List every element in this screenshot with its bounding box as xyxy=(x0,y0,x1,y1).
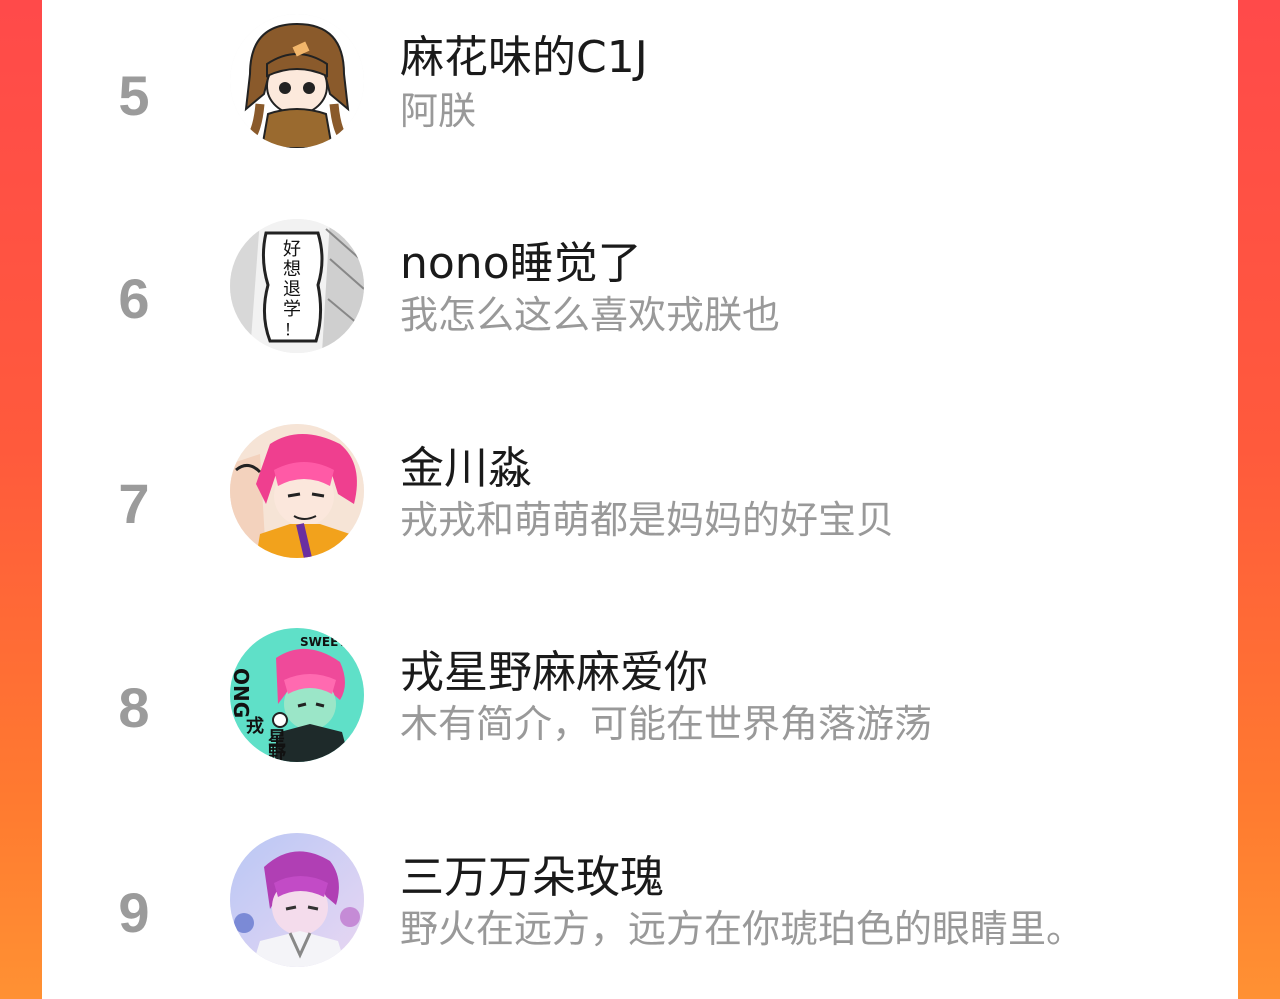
rank-number: 9 xyxy=(118,881,150,944)
purple-hair-character-avatar-icon[interactable] xyxy=(230,833,364,967)
manga-text-avatar-icon[interactable]: 好 想 退 学 ！ xyxy=(230,219,364,353)
avatar-caption: 想 xyxy=(283,259,301,280)
rank-number: 8 xyxy=(118,676,150,739)
pink-hair-poster-avatar-icon[interactable]: SWEETY ONG 戎 星 野 xyxy=(230,628,364,762)
chibi-girl-avatar-icon[interactable] xyxy=(230,14,364,148)
user-name[interactable]: 戎星野麻麻爱你 xyxy=(400,651,708,695)
avatar-caption: 野 xyxy=(268,744,286,762)
ranking-list-panel: 5 麻花味的C1J 阿朕 6 好 想 退 学 ！ nono睡觉了 我怎么这么喜欢… xyxy=(42,0,1238,999)
avatar-caption: 好 xyxy=(283,239,301,260)
user-bio: 我怎么这么喜欢戎朕也 xyxy=(400,293,781,337)
user-bio: 木有简介，可能在世界角落游荡 xyxy=(400,702,933,746)
avatar-caption: 学 xyxy=(283,299,301,320)
rank-number: 5 xyxy=(118,64,150,127)
ranking-row[interactable]: 8 SWEETY ONG 戎 星 野 戎星野麻麻爱你 木有简介，可能在世界角落游… xyxy=(42,622,1238,772)
ranking-row[interactable]: 7 金川淼 戎戎和萌萌都是妈妈的好宝贝 xyxy=(42,418,1238,568)
rank-number: 7 xyxy=(118,472,150,535)
avatar-caption: ！ xyxy=(284,320,300,339)
ranking-page: 5 麻花味的C1J 阿朕 6 好 想 退 学 ！ nono睡觉了 我怎么这么喜欢… xyxy=(0,0,1280,999)
user-bio: 野火在远方，远方在你琥珀色的眼睛里。 xyxy=(400,907,1085,951)
ranking-row[interactable]: 5 麻花味的C1J 阿朕 xyxy=(42,8,1238,158)
user-name[interactable]: 麻花味的C1J xyxy=(400,36,648,80)
user-name[interactable]: 三万万朵玫瑰 xyxy=(400,856,664,900)
ranking-row[interactable]: 6 好 想 退 学 ！ nono睡觉了 我怎么这么喜欢戎朕也 xyxy=(42,213,1238,363)
user-bio: 阿朕 xyxy=(400,89,477,133)
pink-hair-character-avatar-icon[interactable] xyxy=(230,424,364,558)
avatar-caption: 戎 xyxy=(246,715,264,737)
avatar-caption: ONG xyxy=(230,668,253,718)
rank-number: 6 xyxy=(118,267,150,330)
ranking-row[interactable]: 9 三万万朵玫瑰 野火在远方，远方在你琥珀色的眼睛里。 xyxy=(42,827,1238,977)
avatar-caption: SWEETY xyxy=(300,635,355,649)
user-bio: 戎戎和萌萌都是妈妈的好宝贝 xyxy=(400,498,895,542)
user-name[interactable]: nono睡觉了 xyxy=(400,242,642,286)
avatar-caption: 退 xyxy=(283,279,301,300)
user-name[interactable]: 金川淼 xyxy=(400,447,532,491)
